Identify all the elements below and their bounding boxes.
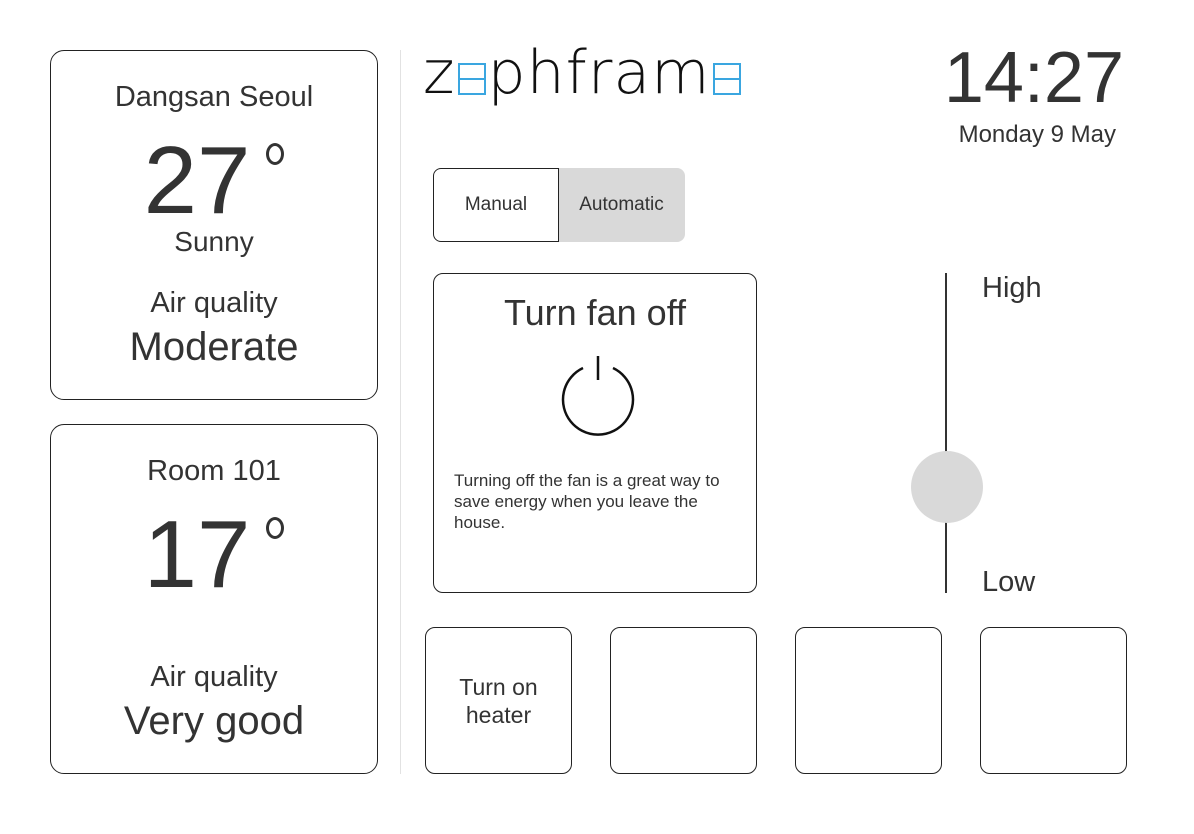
quick-tile-empty[interactable] (795, 627, 942, 774)
room-card: Room 101 17 Air quality Very good (50, 424, 378, 774)
outdoor-temperature-value: 27 (143, 127, 251, 234)
outdoor-air-quality-value: Moderate (129, 325, 299, 369)
power-icon (561, 356, 635, 436)
room-name: Room 101 (147, 455, 281, 487)
mode-toggle: Manual Automatic (433, 168, 685, 242)
clock-date: Monday 9 May (958, 121, 1116, 148)
degree-icon (266, 517, 285, 539)
room-air-quality-value: Very good (123, 699, 305, 743)
logo-text-start: z (423, 38, 456, 108)
fan-card-title: Turn fan off (503, 292, 687, 333)
logo-text-middle: phfram (487, 38, 711, 108)
quick-tile-empty[interactable] (610, 627, 757, 774)
room-air-quality-label: Air quality (150, 661, 278, 693)
mode-automatic-button[interactable]: Automatic (558, 168, 685, 242)
room-temperature: 17 (51, 507, 377, 603)
outdoor-weather-card: Dangsan Seoul 27 Sunny Air quality Moder… (50, 50, 378, 400)
slider-high-label: High (982, 272, 1042, 304)
slider-low-label: Low (982, 566, 1036, 598)
fan-off-card[interactable]: Turn fan off Turning off the fan is a gr… (433, 273, 757, 593)
speed-slider-handle[interactable] (911, 451, 983, 524)
speed-slider-track[interactable] (945, 273, 947, 593)
quick-tile-empty[interactable] (980, 627, 1127, 774)
clock-time: 14:27 (943, 38, 1124, 118)
logo-box-icon (712, 63, 741, 95)
tile-label: Turn on heater (459, 673, 538, 728)
outdoor-location: Dangsan Seoul (114, 81, 314, 113)
mode-manual-button[interactable]: Manual (433, 168, 559, 242)
outdoor-air-quality-label: Air quality (150, 287, 278, 319)
degree-icon (266, 143, 285, 165)
room-temperature-value: 17 (143, 501, 251, 608)
turn-on-heater-button[interactable]: Turn on heater (425, 627, 572, 774)
vertical-divider (400, 50, 401, 774)
brand-logo: z phfram (423, 38, 743, 128)
logo-box-icon (457, 63, 486, 95)
fan-card-description: Turning off the fan is a great way to sa… (454, 471, 720, 532)
outdoor-condition: Sunny (174, 226, 254, 257)
outdoor-temperature: 27 (51, 133, 377, 229)
